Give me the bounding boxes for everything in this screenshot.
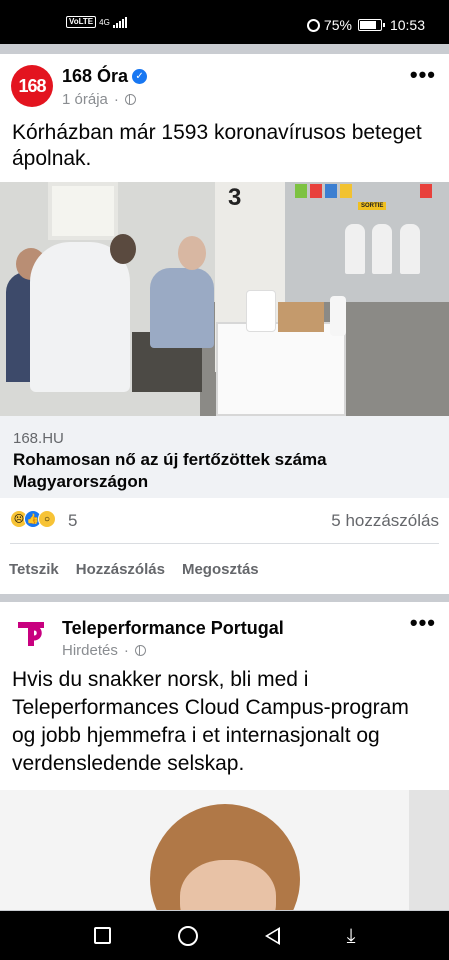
wow-reaction-icon: ○ xyxy=(38,510,56,528)
volte-badge: VoLTE xyxy=(66,16,97,28)
reaction-icons[interactable]: ☹ 👍 ○ xyxy=(10,510,56,528)
reaction-count[interactable]: 5 xyxy=(68,511,77,531)
post-text: Hvis du snakker norsk, bli med i Teleper… xyxy=(12,668,409,775)
feed-post: 168 168 Óra ✓ 1 órája · ••• Kórházban má… xyxy=(0,54,449,594)
post-time[interactable]: 1 órája xyxy=(62,91,108,108)
globe-icon xyxy=(124,94,136,105)
link-preview[interactable]: 168.HU Rohamosan nő az új fertőzöttek sz… xyxy=(0,416,449,498)
notification-nav-icon[interactable]: ⤓ xyxy=(347,926,356,946)
photo-sign-sortie: SORTIE xyxy=(358,202,387,210)
page-name[interactable]: Teleperformance Portugal xyxy=(62,618,284,639)
post-header: 168 168 Óra ✓ 1 órája · ••• xyxy=(0,54,449,120)
system-navigation-bar: ⤓ xyxy=(0,911,449,960)
comment-button[interactable]: Hozzászólás xyxy=(76,561,165,578)
meta-separator: · xyxy=(113,91,119,108)
teleperformance-logo-icon[interactable] xyxy=(14,616,48,650)
battery-icon xyxy=(357,19,385,31)
photo-sign-number: 3 xyxy=(228,184,242,211)
status-bar: VoLTE 4G 75% 10:53 xyxy=(0,0,449,44)
page-avatar[interactable]: 168 xyxy=(11,65,53,107)
ad-image[interactable] xyxy=(0,790,449,910)
clock: 10:53 xyxy=(389,17,425,33)
more-options-icon[interactable]: ••• xyxy=(410,64,436,86)
more-options-icon[interactable]: ••• xyxy=(410,612,436,634)
post-text: Kórházban már 1593 koronavírusos beteget… xyxy=(12,121,422,170)
network-type: 4G xyxy=(99,17,110,27)
share-button[interactable]: Megosztás xyxy=(182,561,259,578)
meta-separator: · xyxy=(123,642,129,659)
post-meta: Hirdetés · xyxy=(62,642,146,659)
like-button[interactable]: Tetszik xyxy=(9,561,59,578)
battery-percent: 75% xyxy=(323,17,352,33)
network-indicators: VoLTE 4G xyxy=(66,16,127,28)
reaction-bar: ☹ 👍 ○ 5 5 hozzászólás xyxy=(10,498,439,544)
recents-nav-icon[interactable] xyxy=(93,927,111,944)
back-nav-icon[interactable] xyxy=(264,926,280,945)
globe-icon xyxy=(134,645,146,656)
post-actions: Tetszik Hozzászólás Megosztás xyxy=(0,544,449,594)
page-name-label[interactable]: 168 Óra xyxy=(62,66,128,87)
post-header: Teleperformance Portugal Hirdetés · ••• xyxy=(0,602,449,666)
signal-icon xyxy=(112,16,127,28)
alarm-icon xyxy=(306,18,320,32)
post-photo[interactable]: 3 SORTIE xyxy=(0,182,449,416)
sponsored-label[interactable]: Hirdetés xyxy=(62,642,118,659)
link-title: Rohamosan nő az új fertőzöttek száma Mag… xyxy=(13,450,327,491)
post-meta: 1 órája · xyxy=(62,91,136,108)
status-right: 75% 10:53 xyxy=(306,17,425,33)
link-domain: 168.HU xyxy=(13,430,64,447)
page-name[interactable]: 168 Óra ✓ xyxy=(62,66,148,87)
home-nav-icon[interactable] xyxy=(177,925,198,946)
sponsored-post: Teleperformance Portugal Hirdetés · ••• … xyxy=(0,602,449,910)
news-feed[interactable]: 168 168 Óra ✓ 1 órája · ••• Kórházban má… xyxy=(0,44,449,911)
comment-count[interactable]: 5 hozzászólás xyxy=(331,511,439,531)
verified-badge-icon: ✓ xyxy=(132,69,148,84)
